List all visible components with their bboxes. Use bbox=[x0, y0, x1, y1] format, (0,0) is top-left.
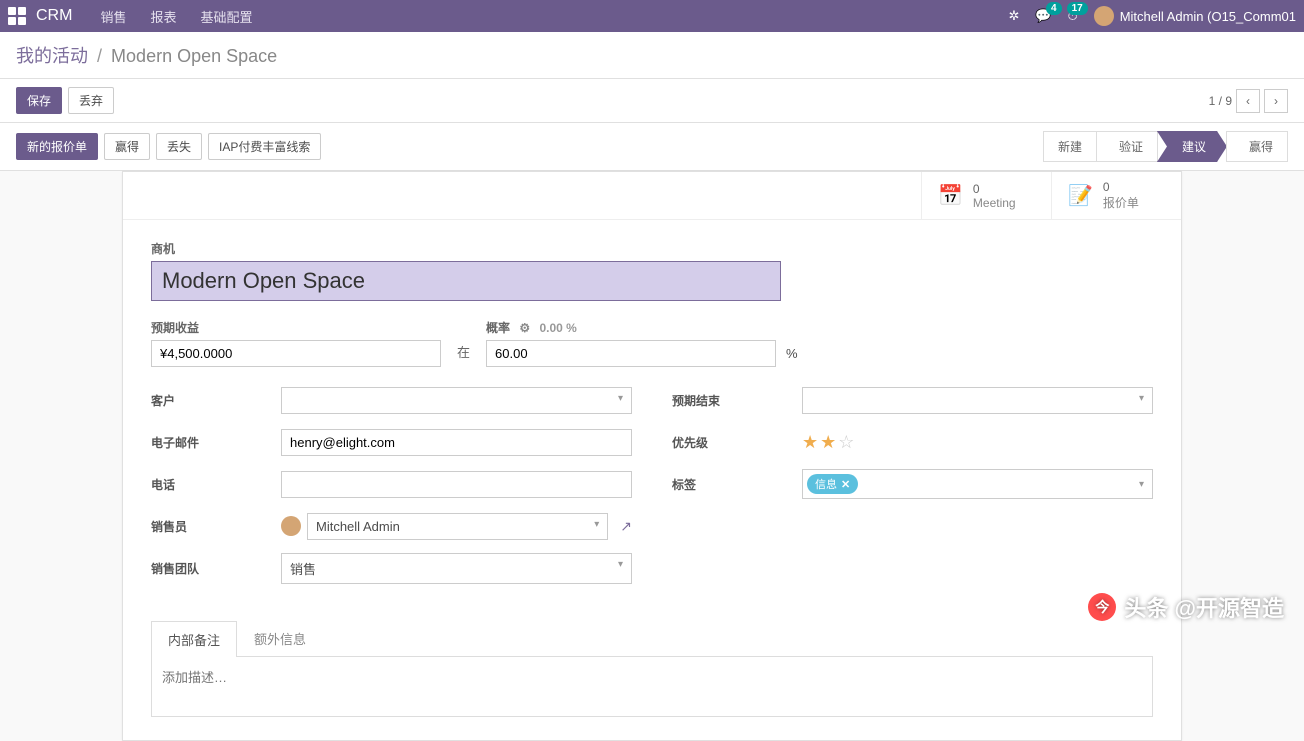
percent-sign: % bbox=[786, 346, 798, 361]
pager-prev[interactable]: ‹ bbox=[1236, 89, 1260, 113]
opportunity-label: 商机 bbox=[151, 240, 1153, 257]
tags-input[interactable]: 信息 ✕ bbox=[802, 469, 1153, 499]
salesperson-label: 销售员 bbox=[151, 518, 281, 535]
email-label: 电子邮件 bbox=[151, 434, 281, 451]
tab-internal-notes[interactable]: 内部备注 bbox=[151, 621, 237, 657]
meeting-count: 0 bbox=[973, 182, 1016, 196]
breadcrumb-root[interactable]: 我的活动 bbox=[16, 46, 88, 66]
probability-input[interactable] bbox=[486, 340, 776, 367]
save-button[interactable]: 保存 bbox=[16, 87, 62, 114]
status-bar: 新的报价单 赢得 丢失 IAP付费丰富线索 新建 验证 建议 赢得 bbox=[0, 123, 1304, 171]
opportunity-input[interactable] bbox=[151, 261, 781, 301]
meeting-label: Meeting bbox=[973, 196, 1016, 210]
phone-input[interactable] bbox=[281, 471, 632, 498]
chat-badge: 4 bbox=[1046, 2, 1062, 15]
notes-textarea[interactable] bbox=[151, 657, 1153, 717]
lost-button[interactable]: 丢失 bbox=[156, 133, 202, 160]
customer-label: 客户 bbox=[151, 392, 281, 409]
email-input[interactable] bbox=[281, 429, 632, 456]
star-2[interactable]: ★ bbox=[820, 432, 836, 453]
breadcrumb-bar: 我的活动 / Modern Open Space bbox=[0, 32, 1304, 79]
customer-select[interactable] bbox=[281, 387, 632, 414]
discard-button[interactable]: 丢弃 bbox=[68, 87, 114, 114]
salesteam-label: 销售团队 bbox=[151, 560, 281, 577]
activity-badge: 17 bbox=[1067, 2, 1088, 15]
status-stages: 新建 验证 建议 赢得 bbox=[1044, 131, 1288, 162]
action-bar: 保存 丢弃 1 / 9 ‹ › bbox=[0, 79, 1304, 123]
stage-validate[interactable]: 验证 bbox=[1096, 131, 1158, 162]
app-brand[interactable]: CRM bbox=[36, 7, 72, 25]
revenue-input[interactable] bbox=[151, 340, 441, 367]
breadcrumb-sep: / bbox=[97, 46, 102, 66]
iap-button[interactable]: IAP付费丰富线索 bbox=[208, 133, 321, 160]
avatar bbox=[1094, 6, 1114, 26]
watermark: 今 头条 @开源智造 bbox=[1088, 591, 1284, 623]
stage-won[interactable]: 赢得 bbox=[1226, 131, 1288, 162]
star-3[interactable]: ☆ bbox=[838, 432, 854, 453]
tags-label: 标签 bbox=[672, 476, 802, 493]
breadcrumb: 我的活动 / Modern Open Space bbox=[16, 42, 277, 68]
stat-buttons: 📅 0 Meeting 📝 0 报价单 bbox=[123, 172, 1181, 220]
stage-new[interactable]: 新建 bbox=[1043, 131, 1097, 162]
user-name: Mitchell Admin (O15_Comm01 bbox=[1120, 9, 1296, 24]
new-quote-button[interactable]: 新的报价单 bbox=[16, 133, 98, 160]
form-sheet: 📅 0 Meeting 📝 0 报价单 商机 预期收益 bbox=[122, 171, 1182, 741]
external-link-icon[interactable]: ↗ bbox=[620, 518, 632, 535]
stage-proposal[interactable]: 建议 bbox=[1157, 131, 1227, 162]
closing-label: 预期结束 bbox=[672, 392, 802, 409]
quote-label: 报价单 bbox=[1103, 194, 1139, 211]
pager-next[interactable]: › bbox=[1264, 89, 1288, 113]
debug-icon[interactable]: ✲ bbox=[1008, 8, 1019, 24]
stat-meetings[interactable]: 📅 0 Meeting bbox=[921, 172, 1051, 219]
breadcrumb-current: Modern Open Space bbox=[111, 46, 277, 66]
form-container: 📅 0 Meeting 📝 0 报价单 商机 预期收益 bbox=[0, 171, 1304, 741]
salesperson-avatar bbox=[281, 516, 301, 536]
apps-icon[interactable] bbox=[8, 7, 26, 25]
gear-icon[interactable]: ⚙ bbox=[519, 321, 530, 335]
won-button[interactable]: 赢得 bbox=[104, 133, 150, 160]
user-menu[interactable]: Mitchell Admin (O15_Comm01 bbox=[1094, 6, 1296, 26]
revenue-label: 预期收益 bbox=[151, 319, 441, 336]
salesperson-select[interactable]: Mitchell Admin bbox=[307, 513, 608, 540]
watermark-logo-icon: 今 bbox=[1088, 593, 1116, 621]
star-1[interactable]: ★ bbox=[802, 432, 818, 453]
top-navbar: CRM 销售 报表 基础配置 ✲ 💬4 ⏱17 Mitchell Admin (… bbox=[0, 0, 1304, 32]
edit-icon: 📝 bbox=[1068, 183, 1093, 208]
priority-label: 优先级 bbox=[672, 434, 802, 451]
stat-quotes[interactable]: 📝 0 报价单 bbox=[1051, 172, 1181, 219]
tag-remove-icon[interactable]: ✕ bbox=[841, 478, 850, 491]
tab-extra-info[interactable]: 额外信息 bbox=[237, 620, 323, 656]
priority-stars: ★ ★ ☆ bbox=[802, 432, 1153, 453]
pager: 1 / 9 ‹ › bbox=[1209, 89, 1288, 113]
phone-label: 电话 bbox=[151, 476, 281, 493]
calendar-icon: 📅 bbox=[938, 183, 963, 208]
nav-config[interactable]: 基础配置 bbox=[200, 7, 252, 26]
pager-text: 1 / 9 bbox=[1209, 94, 1232, 108]
nav-sales[interactable]: 销售 bbox=[100, 7, 126, 26]
activity-icon[interactable]: ⏱17 bbox=[1068, 8, 1078, 24]
probability-label: 概率 ⚙ 0.00 % bbox=[486, 319, 776, 336]
tag-item: 信息 ✕ bbox=[807, 474, 858, 494]
tabs: 内部备注 额外信息 bbox=[151, 620, 1153, 657]
salesteam-select[interactable]: 销售 bbox=[281, 553, 632, 584]
closing-select[interactable] bbox=[802, 387, 1153, 414]
quote-count: 0 bbox=[1103, 180, 1139, 194]
nav-reports[interactable]: 报表 bbox=[150, 7, 176, 26]
messaging-icon[interactable]: 💬4 bbox=[1035, 8, 1051, 24]
probability-hint: 0.00 % bbox=[539, 321, 576, 335]
at-label: 在 bbox=[457, 342, 470, 361]
